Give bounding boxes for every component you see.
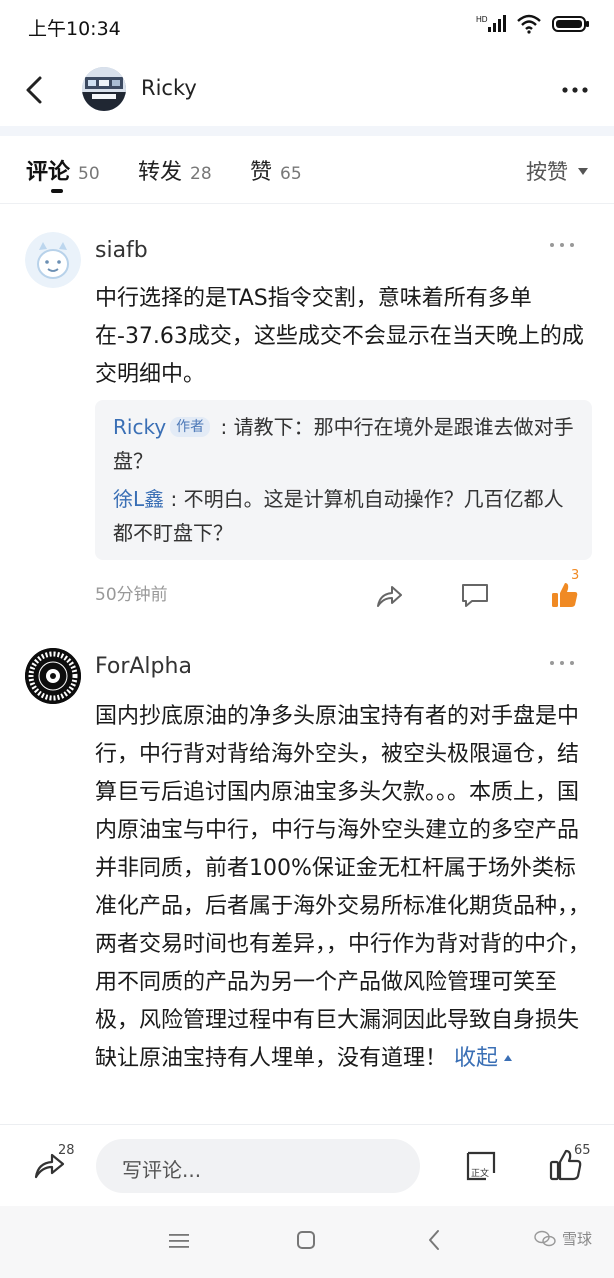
- reply-item: 徐L鑫 : 不明白。这是计算机自动操作？几百亿都人都不盯盘下？: [113, 482, 574, 550]
- comment-icon[interactable]: [460, 580, 490, 610]
- system-nav-bar: 雪球: [0, 1206, 614, 1278]
- home-icon[interactable]: [296, 1230, 316, 1250]
- wechat-icon: [534, 1230, 556, 1246]
- back-nav-icon[interactable]: [426, 1228, 442, 1252]
- comment-username[interactable]: ForAlpha: [95, 654, 192, 679]
- caret-down-icon: [578, 167, 588, 175]
- sort-dropdown[interactable]: 按赞: [526, 156, 588, 186]
- avatar[interactable]: [82, 67, 126, 111]
- page-title[interactable]: Ricky: [141, 76, 197, 100]
- more-icon[interactable]: [548, 658, 576, 668]
- comment-input[interactable]: 写评论...: [96, 1139, 420, 1193]
- like-count: 65: [574, 1143, 591, 1158]
- watermark: 雪球: [534, 1228, 592, 1249]
- more-icon[interactable]: [560, 78, 590, 102]
- comment-item: ForAlpha 国内抄底原油的净多头原油宝持有者的对手盘是中行，中行背对背给海…: [0, 634, 614, 1124]
- status-time: 上午10:34: [28, 18, 121, 40]
- status-bar: 上午10:34 HD: [0, 0, 614, 54]
- tab-count: 65: [280, 164, 302, 184]
- tab-bar: 评论 50 转发 28 赞 65 按赞: [0, 136, 614, 204]
- section-divider: [0, 126, 614, 136]
- status-icons: HD: [476, 14, 590, 34]
- sort-label: 按赞: [526, 160, 568, 184]
- comment-body: 国内抄底原油的净多头原油宝持有者的对手盘是中行，中行背对背给海外空头，被空头极限…: [95, 704, 591, 1071]
- nav-bar: Ricky: [0, 54, 614, 126]
- tab-likes[interactable]: 赞 65: [250, 154, 302, 186]
- like-icon[interactable]: [549, 580, 579, 610]
- comment-time: 50分钟前: [95, 585, 168, 605]
- reply-separator: :: [164, 487, 184, 511]
- tab-label: 评论: [26, 160, 71, 185]
- comment-item: siafb 中行选择的是TAS指令交割，意味着所有多单在-37.63成交，这些成…: [0, 204, 614, 634]
- share-count: 28: [58, 1143, 75, 1158]
- reply-box[interactable]: Ricky 作者 : 请教下：那中行在境外是跟谁去做对手盘？ 徐L鑫 : 不明白。…: [95, 400, 592, 560]
- tab-reposts[interactable]: 转发 28: [138, 154, 212, 186]
- reply-username[interactable]: Ricky: [113, 415, 166, 439]
- reply-item: Ricky 作者 : 请教下：那中行在境外是跟谁去做对手盘？: [113, 410, 574, 478]
- watermark-text: 雪球: [562, 1230, 593, 1248]
- comment-text: 中行选择的是TAS指令交割，意味着所有多单在-37.63成交，这些成交不会显示在…: [95, 286, 584, 387]
- tab-label: 赞: [250, 160, 273, 185]
- comment-text: 国内抄底原油的净多头原油宝持有者的对手盘是中行，中行背对背给海外空头，被空头极限…: [95, 698, 595, 1118]
- tab-label: 转发: [138, 160, 183, 185]
- collapse-link[interactable]: 收起: [454, 1046, 513, 1071]
- author-badge: 作者: [170, 417, 211, 437]
- menu-icon[interactable]: [168, 1232, 190, 1250]
- reply-username[interactable]: 徐L鑫: [113, 487, 164, 511]
- more-icon[interactable]: [548, 240, 576, 250]
- comment-input-placeholder: 写评论...: [122, 1158, 202, 1182]
- signal-icon: HD: [476, 15, 506, 32]
- article-label: 正文: [471, 1167, 489, 1179]
- wifi-icon: [517, 14, 541, 34]
- bottom-action-bar: 28 写评论... 正文 65: [0, 1124, 614, 1206]
- collapse-label: 收起: [454, 1046, 499, 1071]
- tab-count: 50: [78, 164, 100, 184]
- reply-separator: :: [214, 415, 234, 439]
- share-icon[interactable]: [374, 580, 404, 610]
- active-tab-indicator: [51, 189, 63, 193]
- comment-username[interactable]: siafb: [95, 238, 148, 263]
- avatar[interactable]: [25, 232, 81, 288]
- caret-up-icon: [504, 1055, 513, 1061]
- article-icon[interactable]: 正文: [464, 1149, 498, 1183]
- battery-icon: [552, 16, 589, 32]
- back-icon[interactable]: [18, 72, 54, 108]
- tab-count: 28: [190, 164, 212, 184]
- svg-text:HD: HD: [476, 15, 488, 24]
- tab-comments[interactable]: 评论 50: [26, 154, 100, 186]
- avatar[interactable]: [25, 648, 81, 704]
- like-count: 3: [571, 568, 580, 583]
